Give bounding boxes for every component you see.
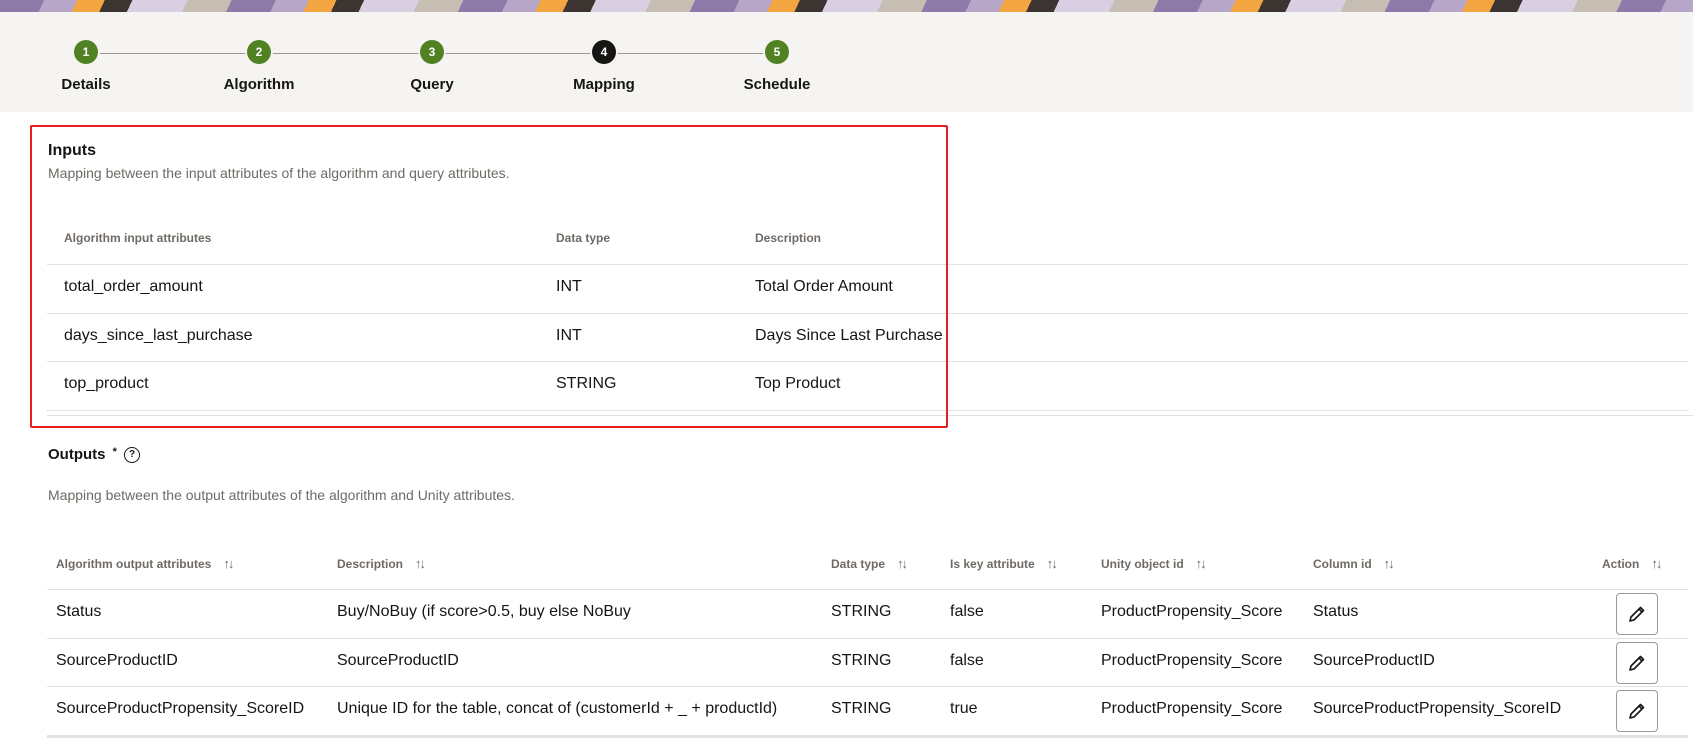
output-column-id-cell: Status — [1313, 603, 1359, 620]
table-row: SourceProductID SourceProductID STRING f… — [47, 638, 1688, 687]
outputs-title-text: Outputs — [48, 446, 106, 463]
output-datatype-cell: STRING — [831, 603, 892, 620]
outputs-description: Mapping between the output attributes of… — [48, 487, 515, 503]
table-row: SourceProductPropensity_ScoreID Unique I… — [47, 686, 1688, 738]
output-unity-object-cell: ProductPropensity_Score — [1101, 603, 1283, 620]
header-label: Unity object id — [1101, 557, 1184, 571]
step-mapping[interactable]: 4 Mapping — [518, 40, 690, 93]
step-number-badge: 2 — [247, 40, 271, 64]
outputs-header-unity-object[interactable]: Unity object id ↑↓ — [1101, 556, 1207, 571]
sort-icon[interactable]: ↑↓ — [1384, 556, 1395, 571]
outputs-header-column-id[interactable]: Column id ↑↓ — [1313, 556, 1395, 571]
header-label: Algorithm output attributes — [56, 557, 212, 571]
header-label: Column id — [1313, 557, 1372, 571]
pencil-icon — [1629, 703, 1645, 719]
highlight-box — [30, 125, 948, 428]
sort-icon[interactable]: ↑↓ — [223, 556, 234, 571]
sort-icon[interactable]: ↑↓ — [415, 556, 426, 571]
header-label: Is key attribute — [950, 557, 1035, 571]
output-iskey-cell: false — [950, 603, 984, 620]
step-number-badge: 3 — [420, 40, 444, 64]
step-schedule[interactable]: 5 Schedule — [691, 40, 863, 93]
header-label: Action — [1602, 557, 1640, 571]
outputs-header-datatype[interactable]: Data type ↑↓ — [831, 556, 908, 571]
help-icon[interactable]: ? — [124, 447, 140, 463]
sort-icon[interactable]: ↑↓ — [897, 556, 908, 571]
edit-button[interactable] — [1616, 690, 1658, 732]
pencil-icon — [1629, 606, 1645, 622]
header-banner — [0, 0, 1693, 12]
step-query[interactable]: 3 Query — [346, 40, 518, 93]
outputs-title: Outputs * — [48, 446, 117, 463]
step-label: Mapping — [573, 76, 635, 93]
outputs-header-attribute[interactable]: Algorithm output attributes ↑↓ — [56, 556, 234, 571]
output-column-id-cell: SourceProductID — [1313, 652, 1435, 669]
sort-icon[interactable]: ↑↓ — [1047, 556, 1058, 571]
step-label: Algorithm — [223, 76, 295, 93]
outputs-header-iskey[interactable]: Is key attribute ↑↓ — [950, 556, 1058, 571]
required-mark: * — [112, 446, 117, 458]
output-iskey-cell: false — [950, 652, 984, 669]
output-column-id-cell: SourceProductPropensity_ScoreID — [1313, 700, 1562, 717]
output-attribute-cell: SourceProductPropensity_ScoreID — [56, 700, 305, 717]
step-algorithm[interactable]: 2 Algorithm — [173, 40, 345, 93]
step-label: Query — [410, 76, 454, 93]
header-label: Description — [337, 557, 404, 571]
step-label: Details — [61, 76, 111, 93]
step-number-badge: 5 — [765, 40, 789, 64]
output-attribute-cell: SourceProductID — [56, 652, 178, 669]
step-number-badge: 1 — [74, 40, 98, 64]
step-train: 1 Details 2 Algorithm 3 Query 4 Mapping … — [0, 12, 1693, 112]
output-description-cell: Unique ID for the table, concat of (cust… — [337, 700, 778, 717]
header-label: Data type — [831, 557, 886, 571]
step-details[interactable]: 1 Details — [0, 40, 172, 93]
edit-button[interactable] — [1616, 642, 1658, 684]
step-number-badge: 4 — [592, 40, 616, 64]
output-description-cell: SourceProductID — [337, 652, 459, 669]
sort-icon[interactable]: ↑↓ — [1196, 556, 1207, 571]
outputs-header-action[interactable]: Action ↑↓ — [1602, 556, 1662, 571]
output-datatype-cell: STRING — [831, 700, 892, 717]
output-unity-object-cell: ProductPropensity_Score — [1101, 700, 1283, 717]
pencil-icon — [1629, 655, 1645, 671]
outputs-header-description[interactable]: Description ↑↓ — [337, 556, 426, 571]
output-description-cell: Buy/NoBuy (if score>0.5, buy else NoBuy — [337, 603, 631, 620]
step-label: Schedule — [743, 76, 811, 93]
output-attribute-cell: Status — [56, 603, 102, 620]
sort-icon[interactable]: ↑↓ — [1651, 556, 1662, 571]
edit-button[interactable] — [1616, 593, 1658, 635]
table-row: Status Buy/NoBuy (if score>0.5, buy else… — [47, 589, 1688, 638]
output-iskey-cell: true — [950, 700, 978, 717]
output-datatype-cell: STRING — [831, 652, 892, 669]
output-unity-object-cell: ProductPropensity_Score — [1101, 652, 1283, 669]
